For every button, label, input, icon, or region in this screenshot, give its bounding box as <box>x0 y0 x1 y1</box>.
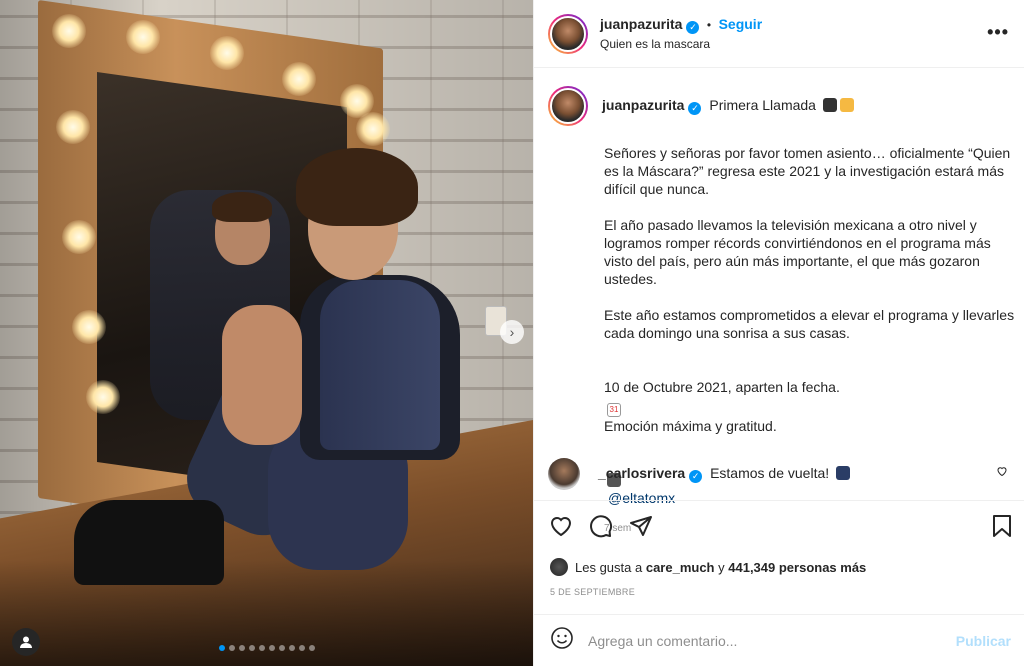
carousel-dot[interactable] <box>229 645 235 651</box>
comment-like-icon[interactable] <box>996 465 1008 480</box>
likes-prefix: Les gusta a <box>575 559 643 575</box>
bulb <box>52 14 86 48</box>
verified-icon: ✓ <box>688 102 702 115</box>
next-arrow-icon[interactable]: › <box>500 320 524 344</box>
carousel-dot[interactable] <box>299 645 305 651</box>
likes-count[interactable]: 441,349 personas más <box>728 560 866 575</box>
bulb <box>356 112 390 146</box>
verified-icon: ✓ <box>686 21 700 34</box>
avatar[interactable] <box>548 13 588 54</box>
post-header: juanpazurita ✓ • Seguir Quien es la masca… <box>534 0 1024 68</box>
caption-username[interactable]: juanpazurita <box>602 97 684 113</box>
add-comment-bar: Agrega un comentario... Publicar <box>534 614 1024 666</box>
liker-username[interactable]: care_much <box>646 560 715 575</box>
bulb <box>62 220 96 254</box>
likes-conj: y <box>718 559 725 575</box>
liker-avatar[interactable] <box>550 558 568 576</box>
caption-title: Primera Llamada <box>709 97 816 113</box>
verified-icon: ✓ <box>689 470 703 483</box>
bulb <box>126 20 160 54</box>
follow-button[interactable]: Seguir <box>719 16 763 32</box>
carousel-dots <box>219 645 315 651</box>
hair <box>296 148 418 226</box>
bulb <box>210 36 244 70</box>
carousel-dot[interactable] <box>219 645 225 651</box>
caption-avatar[interactable] <box>548 86 588 126</box>
carousel-dot[interactable] <box>279 645 285 651</box>
caption-paragraph-5: Emoción máxima y gratitud. <box>604 418 777 434</box>
post-photo[interactable]: › <box>0 0 533 666</box>
comment-row: _carlosrivera ✓ Estamos de vuelta! <box>548 458 1018 490</box>
action-bar <box>534 500 1024 550</box>
separator: • <box>706 18 712 32</box>
likes-summary: Les gusta a care_much y 441,349 personas… <box>550 558 866 576</box>
dancers-emoji-icon <box>836 466 851 480</box>
more-icon[interactable]: ••• <box>987 22 1009 43</box>
arm <box>222 305 302 445</box>
bookmark-icon[interactable] <box>989 513 1015 539</box>
emoji-icon[interactable] <box>550 626 574 655</box>
heart-icon[interactable] <box>548 513 574 539</box>
calendar-icon: 31 <box>607 403 621 417</box>
comment-username[interactable]: _carlosrivera <box>598 465 685 481</box>
carousel-dot[interactable] <box>259 645 265 651</box>
caption-paragraph-2: El año pasado llevamos la televisión mex… <box>604 217 991 287</box>
carousel-dot[interactable] <box>289 645 295 651</box>
caption-paragraph-3: Este año estamos comprometidos a elevar … <box>604 307 1015 341</box>
post-date[interactable]: 5 DE SEPTIEMBRE <box>550 587 635 597</box>
comment-icon[interactable] <box>588 513 614 539</box>
date-line-text: 10 de Octubre 2021, aparten la fecha. <box>604 379 840 395</box>
bulb <box>282 62 316 96</box>
bulb <box>56 110 90 144</box>
vest <box>320 280 440 450</box>
bulb <box>72 310 106 344</box>
hands-emoji-icon <box>839 98 854 112</box>
publish-button[interactable]: Publicar <box>956 633 1011 649</box>
masks-emoji-icon <box>822 98 837 112</box>
carousel-dot[interactable] <box>249 645 255 651</box>
user-icon[interactable] <box>12 628 40 656</box>
share-icon[interactable] <box>628 513 654 539</box>
bulb <box>86 380 120 414</box>
comment-avatar[interactable] <box>548 458 580 490</box>
location-link[interactable]: Quien es la mascara <box>600 37 762 51</box>
carousel-dot[interactable] <box>239 645 245 651</box>
caption-date-line: 10 de Octubre 2021, aparten la fecha. 31 <box>604 360 1018 417</box>
carousel-dot[interactable] <box>269 645 275 651</box>
header-username[interactable]: juanpazurita <box>600 16 682 32</box>
reflection-hair <box>212 192 272 222</box>
comment-input[interactable]: Agrega un comentario... <box>588 633 737 649</box>
carousel-dot[interactable] <box>309 645 315 651</box>
comment-text: Estamos de vuelta! <box>710 465 830 481</box>
boot <box>74 500 224 585</box>
caption-paragraph-1: Señores y señoras por favor tomen asient… <box>604 145 1011 197</box>
